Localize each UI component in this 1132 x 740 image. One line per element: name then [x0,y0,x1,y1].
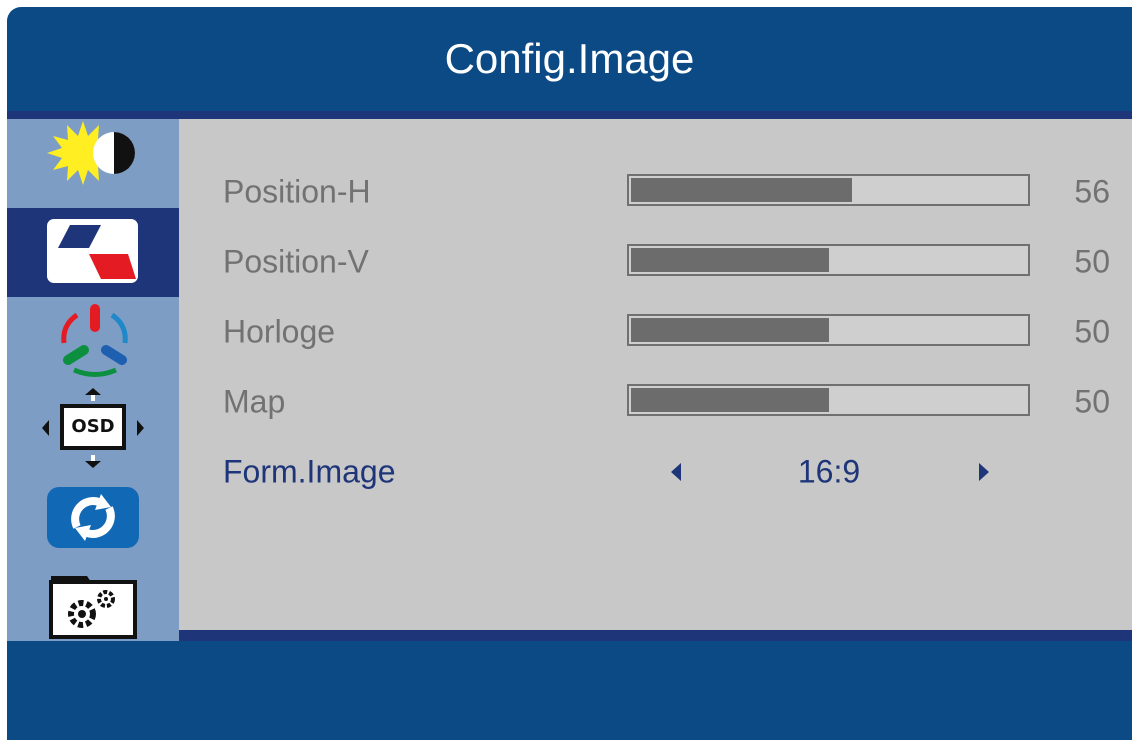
sidebar-item-luminance[interactable] [7,119,179,208]
footer-divider [179,630,1132,641]
sidebar-item-reset[interactable] [7,475,179,564]
image-setup-icon [47,219,138,283]
position-h-slider[interactable] [627,174,1030,206]
phase-slider-fill [631,388,829,412]
sidebar: OSD [7,119,179,641]
osd-menu: Config.Image OSD Position-H 56 Position-… [7,7,1132,740]
setting-row-phase[interactable]: Map 50 [179,367,1132,437]
phase-value: 50 [1074,383,1110,420]
position-v-slider-fill [631,248,829,272]
menu-title: Config.Image [444,35,695,82]
position-h-value: 56 [1074,173,1110,210]
clock-value: 50 [1074,313,1110,350]
position-v-label: Position-V [223,243,369,280]
settings-panel: Position-H 56 Position-V 50 Horloge 50 M… [179,119,1132,630]
sidebar-item-misc[interactable] [7,564,179,653]
reset-icon [47,487,139,548]
position-h-slider-fill [631,178,852,202]
clock-label: Horloge [223,313,336,350]
footer-bar [7,641,1132,740]
position-h-label: Position-H [223,173,371,210]
sidebar-item-image-setup[interactable] [7,208,179,297]
aspect-value: 16:9 [797,453,861,490]
phase-label: Map [223,383,286,420]
setting-row-position-v[interactable]: Position-V 50 [179,227,1132,297]
setting-row-position-h[interactable]: Position-H 56 [179,157,1132,227]
osd-icon-label: OSD [71,416,115,437]
aspect-left-arrow-icon[interactable] [671,463,681,481]
misc-settings-icon [49,576,137,639]
color-temperature-icon [61,304,128,377]
title-divider [7,111,1132,119]
clock-slider-fill [631,318,829,342]
phase-slider[interactable] [627,384,1030,416]
position-v-slider[interactable] [627,244,1030,276]
sidebar-item-osd[interactable]: OSD [7,386,179,475]
aspect-label: Form.Image [223,453,396,490]
sidebar-item-color[interactable] [7,297,179,386]
aspect-right-arrow-icon[interactable] [979,463,989,481]
setting-row-aspect[interactable]: Form.Image 16:9 [179,437,1132,507]
position-v-value: 50 [1074,243,1110,280]
setting-row-clock[interactable]: Horloge 50 [179,297,1132,367]
clock-slider[interactable] [627,314,1030,346]
brightness-contrast-icon [47,121,135,185]
